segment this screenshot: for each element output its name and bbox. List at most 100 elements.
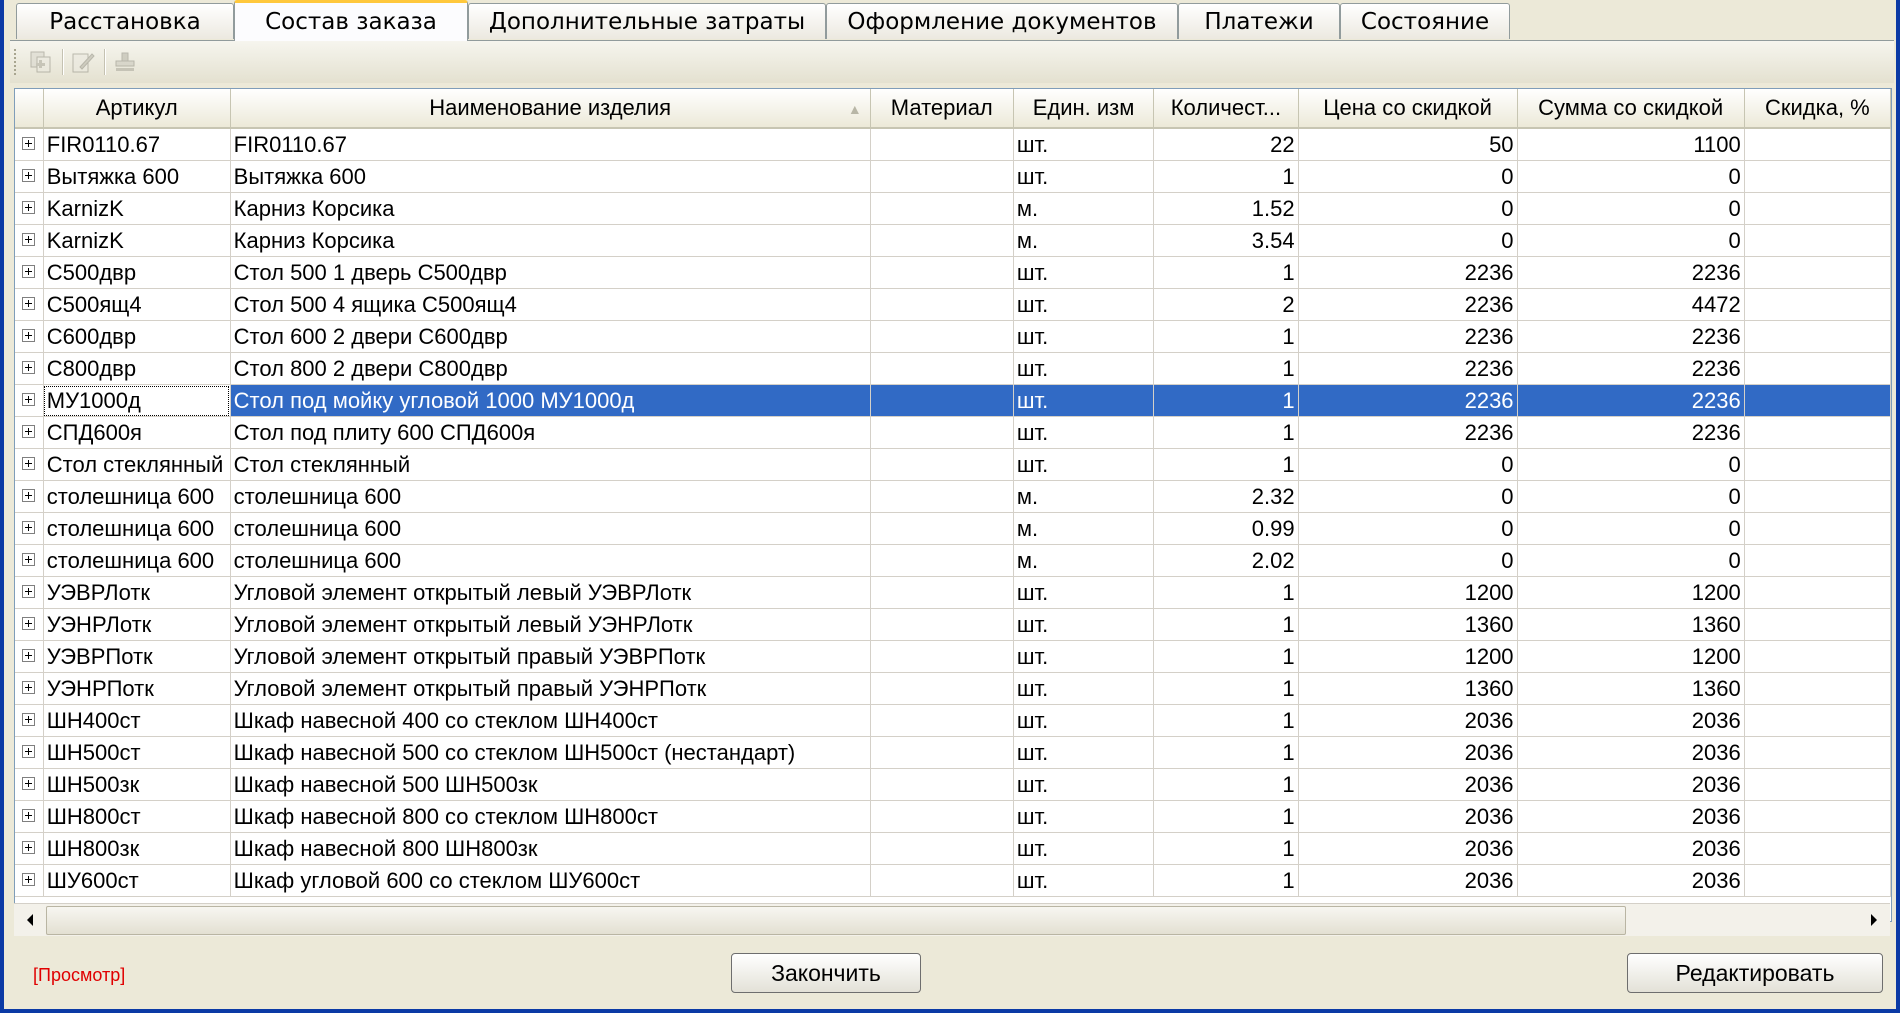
expand-row-button[interactable] xyxy=(15,352,44,385)
cell-material[interactable] xyxy=(870,448,1014,481)
table-row[interactable]: Вытяжка 600 Вытяжка 600 шт. 1 0 0 xyxy=(15,160,1891,193)
cell-sum[interactable]: 0 xyxy=(1517,224,1745,257)
cell-quantity[interactable]: 1 xyxy=(1153,384,1299,417)
cell-sum[interactable]: 2036 xyxy=(1517,736,1745,769)
cell-price[interactable]: 2036 xyxy=(1298,768,1518,801)
cell-article[interactable]: Стол стеклянный xyxy=(43,448,231,481)
cell-discount[interactable] xyxy=(1744,448,1891,481)
edit-order-button[interactable]: Редактировать xyxy=(1627,953,1883,993)
column-header-discount[interactable]: Скидка, % xyxy=(1744,89,1891,129)
cell-name[interactable]: Шкаф навесной 500 ШН500зк xyxy=(230,768,871,801)
cell-name[interactable]: Шкаф угловой 600 со стеклом ШУ600ст xyxy=(230,864,871,897)
cell-price[interactable]: 2036 xyxy=(1298,800,1518,833)
cell-discount[interactable] xyxy=(1744,320,1891,353)
cell-article[interactable]: С600двр xyxy=(43,320,231,353)
cell-article[interactable]: ШН400ст xyxy=(43,704,231,737)
cell-discount[interactable] xyxy=(1744,128,1891,161)
cell-unit[interactable]: шт. xyxy=(1013,416,1155,449)
cell-unit[interactable]: м. xyxy=(1013,192,1155,225)
cell-article[interactable]: KarnizK xyxy=(43,224,231,257)
cell-name[interactable]: столешница 600 xyxy=(230,512,871,545)
expand-row-button[interactable] xyxy=(15,576,44,609)
expand-row-button[interactable] xyxy=(15,608,44,641)
table-row[interactable]: столешница 600 столешница 600 м. 2.02 0 0 xyxy=(15,544,1891,577)
cell-unit[interactable]: шт. xyxy=(1013,672,1155,705)
cell-quantity[interactable]: 1 xyxy=(1153,704,1299,737)
cell-unit[interactable]: шт. xyxy=(1013,128,1155,161)
cell-unit[interactable]: шт. xyxy=(1013,704,1155,737)
expand-row-button[interactable] xyxy=(15,384,44,417)
cell-name[interactable]: Стол 600 2 двери С600двр xyxy=(230,320,871,353)
cell-discount[interactable] xyxy=(1744,544,1891,577)
expand-row-button[interactable] xyxy=(15,768,44,801)
cell-quantity[interactable]: 1 xyxy=(1153,672,1299,705)
cell-unit[interactable]: шт. xyxy=(1013,160,1155,193)
cell-name[interactable]: столешница 600 xyxy=(230,480,871,513)
expand-row-button[interactable] xyxy=(15,544,44,577)
cell-quantity[interactable]: 1 xyxy=(1153,864,1299,897)
table-row[interactable]: KarnizK Карниз Корсика м. 1.52 0 0 xyxy=(15,192,1891,225)
cell-article[interactable]: FIR0110.67 xyxy=(43,128,231,161)
cell-discount[interactable] xyxy=(1744,352,1891,385)
cell-article[interactable]: столешница 600 xyxy=(43,512,231,545)
cell-name[interactable]: Шкаф навесной 400 со стеклом ШН400ст xyxy=(230,704,871,737)
cell-unit[interactable]: шт. xyxy=(1013,608,1155,641)
expand-row-button[interactable] xyxy=(15,640,44,673)
cell-article[interactable]: УЭВРЛотк xyxy=(43,576,231,609)
cell-price[interactable]: 50 xyxy=(1298,128,1518,161)
cell-sum[interactable]: 0 xyxy=(1517,160,1745,193)
cell-price[interactable]: 1360 xyxy=(1298,608,1518,641)
cell-article[interactable]: Вытяжка 600 xyxy=(43,160,231,193)
cell-sum[interactable]: 1360 xyxy=(1517,672,1745,705)
cell-article[interactable]: УЭНРЛотк xyxy=(43,608,231,641)
cell-sum[interactable]: 0 xyxy=(1517,480,1745,513)
column-header-sum[interactable]: Сумма со скидкой xyxy=(1517,89,1745,129)
cell-article[interactable]: ШН800зк xyxy=(43,832,231,865)
cell-name[interactable]: Стол под плиту 600 СПД600я xyxy=(230,416,871,449)
cell-sum[interactable]: 2036 xyxy=(1517,832,1745,865)
cell-sum[interactable]: 1200 xyxy=(1517,640,1745,673)
cell-sum[interactable]: 2036 xyxy=(1517,800,1745,833)
cell-discount[interactable] xyxy=(1744,640,1891,673)
cell-unit[interactable]: шт. xyxy=(1013,352,1155,385)
table-row[interactable]: УЭНРЛотк Угловой элемент открытый левый У… xyxy=(15,608,1891,641)
cell-discount[interactable] xyxy=(1744,384,1891,417)
cell-price[interactable]: 2236 xyxy=(1298,416,1518,449)
cell-name[interactable]: FIR0110.67 xyxy=(230,128,871,161)
cell-material[interactable] xyxy=(870,224,1014,257)
cell-price[interactable]: 0 xyxy=(1298,512,1518,545)
toolbar-grip[interactable] xyxy=(14,49,19,75)
expand-row-button[interactable] xyxy=(15,704,44,737)
cell-price[interactable]: 0 xyxy=(1298,192,1518,225)
cell-quantity[interactable]: 1 xyxy=(1153,608,1299,641)
cell-article[interactable]: С800двр xyxy=(43,352,231,385)
horizontal-scrollbar[interactable] xyxy=(14,903,1890,936)
cell-material[interactable] xyxy=(870,608,1014,641)
cell-material[interactable] xyxy=(870,320,1014,353)
cell-quantity[interactable]: 1 xyxy=(1153,160,1299,193)
expand-row-button[interactable] xyxy=(15,288,44,321)
expand-row-button[interactable] xyxy=(15,672,44,705)
cell-material[interactable] xyxy=(870,864,1014,897)
column-header-article[interactable]: Артикул xyxy=(43,89,231,129)
cell-name[interactable]: столешница 600 xyxy=(230,544,871,577)
cell-article[interactable]: KarnizK xyxy=(43,192,231,225)
cell-quantity[interactable]: 1 xyxy=(1153,832,1299,865)
cell-material[interactable] xyxy=(870,512,1014,545)
scrollbar-thumb[interactable] xyxy=(46,906,1626,935)
expand-row-button[interactable] xyxy=(15,448,44,481)
cell-price[interactable]: 0 xyxy=(1298,160,1518,193)
stamp-button[interactable] xyxy=(110,47,140,77)
expand-row-button[interactable] xyxy=(15,512,44,545)
cell-article[interactable]: С500ящ4 xyxy=(43,288,231,321)
expand-row-button[interactable] xyxy=(15,320,44,353)
table-row[interactable]: ШН400ст Шкаф навесной 400 со стеклом ШН40… xyxy=(15,704,1891,737)
cell-sum[interactable]: 1200 xyxy=(1517,576,1745,609)
cell-unit[interactable]: м. xyxy=(1013,480,1155,513)
cell-price[interactable]: 2036 xyxy=(1298,864,1518,897)
cell-discount[interactable] xyxy=(1744,288,1891,321)
scroll-right-button[interactable] xyxy=(1860,906,1888,934)
cell-material[interactable] xyxy=(870,736,1014,769)
cell-price[interactable]: 2236 xyxy=(1298,352,1518,385)
cell-quantity[interactable]: 1 xyxy=(1153,416,1299,449)
